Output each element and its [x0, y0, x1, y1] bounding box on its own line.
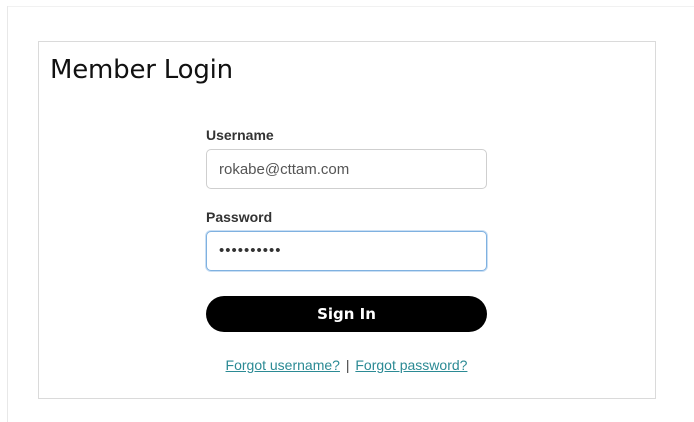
- password-label: Password: [206, 209, 273, 225]
- forgot-username-link[interactable]: Forgot username?: [226, 357, 340, 373]
- login-card: Member Login Username Password •••••••••…: [38, 41, 656, 399]
- username-label: Username: [206, 127, 274, 143]
- forgot-links: Forgot username? | Forgot password?: [206, 357, 487, 373]
- login-form: Username Password •••••••••• Sign In For…: [206, 126, 488, 373]
- top-divider: [7, 6, 694, 7]
- username-field[interactable]: [206, 149, 487, 189]
- forgot-password-link[interactable]: Forgot password?: [355, 357, 467, 373]
- link-separator: |: [345, 357, 350, 373]
- page-title: Member Login: [50, 55, 233, 85]
- page: Member Login Username Password •••••••••…: [0, 0, 694, 422]
- left-divider: [7, 6, 8, 422]
- password-field[interactable]: ••••••••••: [206, 231, 487, 271]
- sign-in-button[interactable]: Sign In: [206, 296, 487, 332]
